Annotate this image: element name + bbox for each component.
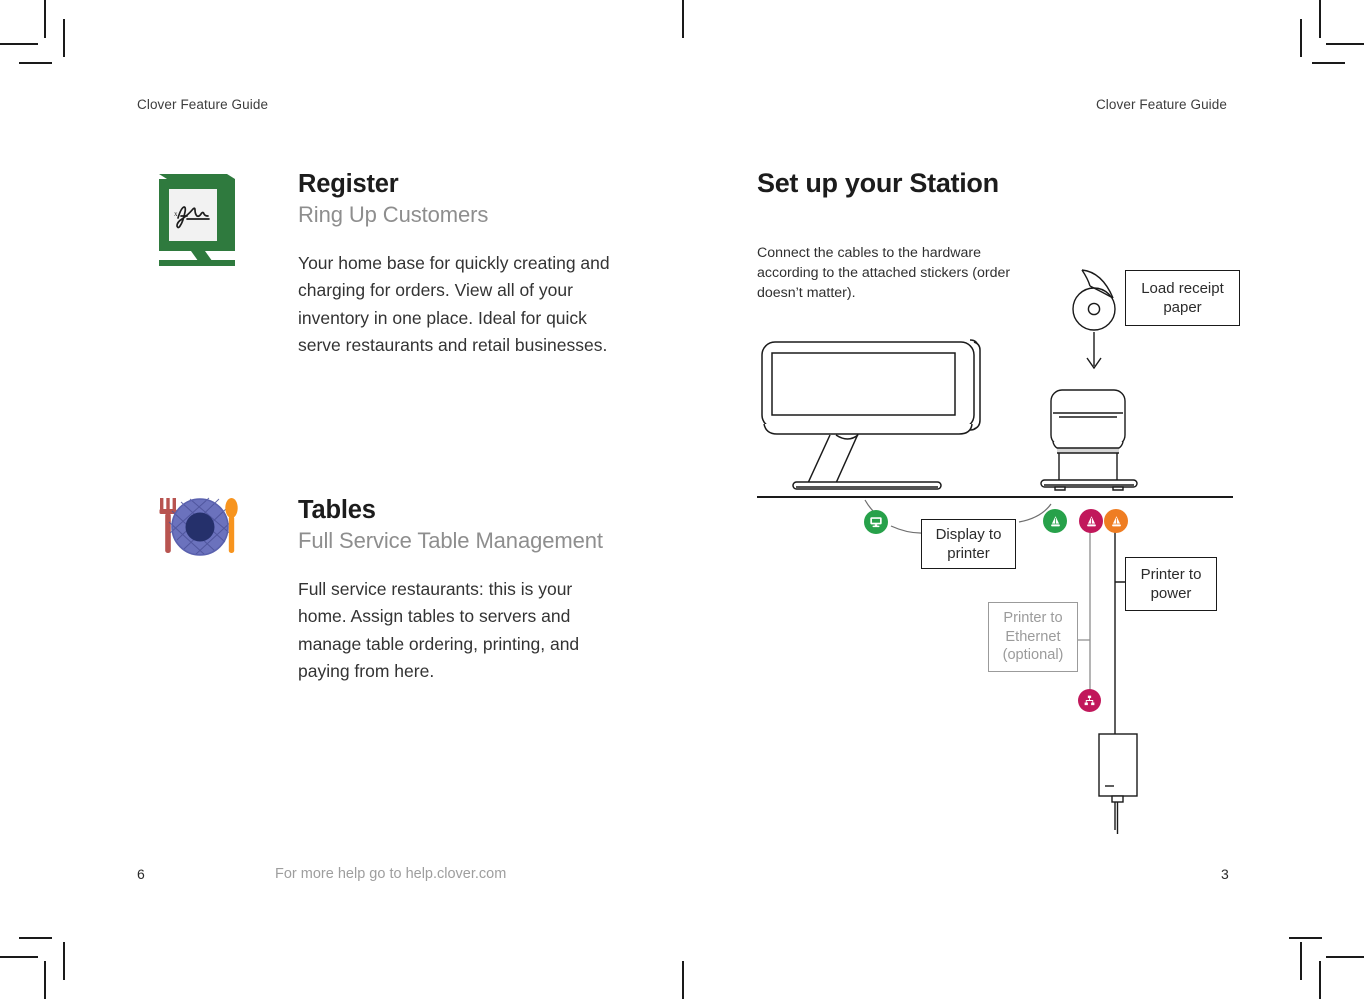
crop-mark (1326, 956, 1364, 958)
crop-mark (682, 0, 684, 38)
callout-display-to-printer: Display to printer (921, 519, 1016, 569)
feature-title: Register (298, 170, 399, 198)
crop-mark (1300, 19, 1302, 57)
feature-body: Your home base for quickly creating and … (298, 252, 610, 355)
printer-magenta-connector[interactable] (1079, 509, 1103, 533)
printer-orange-connector[interactable] (1104, 509, 1128, 533)
crop-mark (0, 956, 38, 958)
ethernet-network-icon (1083, 694, 1096, 707)
power-brick-illustration (1098, 733, 1138, 834)
svg-text:x: x (174, 210, 178, 218)
crop-mark (0, 43, 38, 45)
crop-mark (1326, 43, 1364, 45)
page-number-left: 6 (137, 866, 145, 882)
printer-green-connector[interactable] (1043, 509, 1067, 533)
crop-mark (1289, 937, 1322, 939)
callout-label: Display to printer (935, 525, 1002, 563)
callout-label: Printer to Ethernet (optional) (1002, 609, 1064, 664)
feature-subtitle: Full Service Table Management (298, 527, 603, 553)
crop-mark (1300, 942, 1302, 980)
feature-body: Full service restaurants: this is your h… (298, 578, 580, 681)
crop-mark (63, 19, 65, 57)
crop-mark (682, 961, 684, 999)
crop-mark (63, 942, 65, 980)
ethernet-connector[interactable] (1078, 689, 1101, 712)
printer-cone-icon (1049, 515, 1062, 528)
crop-mark (1319, 0, 1321, 38)
footer-help-text: For more help go to help.clover.com (275, 866, 507, 882)
callout-label: Load receipt paper (1141, 279, 1224, 317)
page-number-right: 3 (1221, 866, 1229, 882)
crop-mark (19, 937, 52, 939)
display-connector[interactable] (864, 510, 888, 534)
printer-cone-icon (1110, 515, 1123, 528)
running-head-right: Clover Feature Guide (1095, 97, 1227, 112)
feature-text-tables: Tables Full Service Table Management Ful… (298, 496, 658, 685)
printer-cone-icon (1085, 515, 1098, 528)
feature-subtitle: Ring Up Customers (298, 201, 489, 227)
callout-printer-to-power: Printer to power (1125, 557, 1217, 611)
intro-paragraph: Connect the cables to the hardware accor… (757, 245, 1011, 302)
feature-title: Tables (298, 496, 376, 524)
callout-load-receipt-paper: Load receipt paper (1125, 270, 1240, 326)
crop-mark (1319, 961, 1321, 999)
crop-mark (44, 0, 46, 38)
feature-text-register: Register Ring Up Customers Your home bas… (298, 170, 628, 359)
crop-mark (44, 961, 46, 999)
crop-mark (19, 62, 52, 64)
register-terminal-icon: x (157, 170, 237, 273)
crop-mark (1312, 62, 1345, 64)
callout-printer-to-ethernet: Printer to Ethernet (optional) (988, 602, 1078, 672)
printed-spread-page: Clover Feature Guide Clover Feature Guid… (0, 0, 1364, 999)
page-title: Set up your Station (757, 168, 999, 198)
clover-station-display-illustration (761, 339, 981, 490)
display-monitor-icon (869, 515, 883, 529)
callout-label: Printer to power (1140, 565, 1202, 603)
receipt-printer-illustration (1040, 389, 1138, 491)
running-head-left: Clover Feature Guide (137, 97, 269, 112)
tables-plate-fork-spoon-icon (157, 494, 243, 565)
